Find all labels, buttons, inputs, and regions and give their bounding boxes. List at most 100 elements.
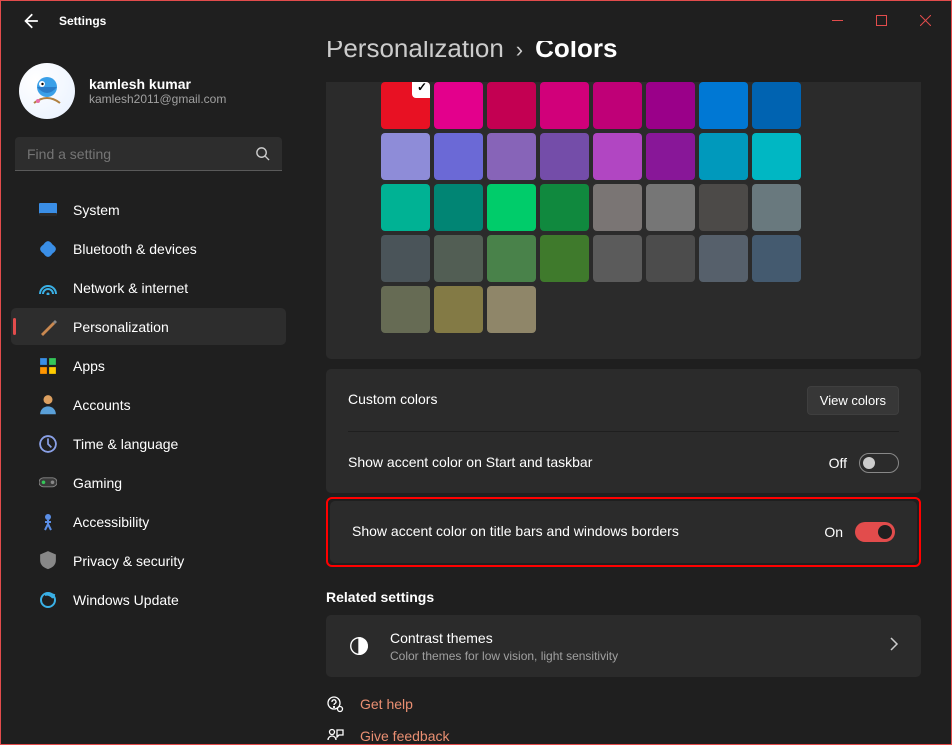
color-swatch[interactable] <box>487 133 536 180</box>
breadcrumb-parent[interactable]: Personalization <box>326 41 504 64</box>
color-swatch[interactable] <box>593 133 642 180</box>
color-swatch[interactable] <box>381 133 430 180</box>
window-controls <box>815 5 947 35</box>
nav-item-gaming[interactable]: Gaming <box>11 464 286 501</box>
nav-label: System <box>73 202 120 218</box>
get-help-link[interactable]: Get help <box>326 695 921 713</box>
title-bar: Settings <box>1 1 951 41</box>
color-swatch[interactable] <box>434 184 483 231</box>
nav-icon <box>39 240 57 258</box>
user-profile[interactable]: kamlesh kumar kamlesh2011@gmail.com <box>1 53 296 137</box>
minimize-button[interactable] <box>815 5 859 35</box>
nav-label: Privacy & security <box>73 553 184 569</box>
color-swatch[interactable] <box>434 82 483 129</box>
color-swatch[interactable] <box>646 133 695 180</box>
color-swatch[interactable] <box>487 286 536 333</box>
nav-icon <box>39 513 57 531</box>
close-button[interactable] <box>903 5 947 35</box>
nav-label: Gaming <box>73 475 122 491</box>
search-box[interactable] <box>15 137 282 171</box>
contrast-title: Contrast themes <box>390 629 618 649</box>
nav-item-network-internet[interactable]: Network & internet <box>11 269 286 306</box>
avatar <box>19 63 75 119</box>
nav-label: Accounts <box>73 397 131 413</box>
color-swatch[interactable] <box>752 235 801 282</box>
color-swatch[interactable] <box>593 235 642 282</box>
color-swatch[interactable] <box>752 133 801 180</box>
color-swatch[interactable] <box>752 82 801 129</box>
nav-item-accounts[interactable]: Accounts <box>11 386 286 423</box>
color-swatch[interactable] <box>699 184 748 231</box>
color-swatch[interactable] <box>381 184 430 231</box>
color-swatch[interactable] <box>540 133 589 180</box>
nav-icon <box>39 474 57 492</box>
accent-titlebar-label: Show accent color on title bars and wind… <box>352 522 679 542</box>
color-swatch[interactable] <box>381 235 430 282</box>
nav-icon <box>39 552 57 570</box>
color-swatch[interactable] <box>381 286 430 333</box>
view-colors-button[interactable]: View colors <box>807 386 899 415</box>
custom-colors-row: Custom colors View colors Show accent co… <box>326 369 921 493</box>
nav-item-personalization[interactable]: Personalization <box>11 308 286 345</box>
toggle-state-label: Off <box>829 455 847 471</box>
main: Personalization › Colors Custom colors V… <box>296 41 951 744</box>
color-swatch[interactable] <box>434 286 483 333</box>
nav-list: System Bluetooth & devices Network & inter… <box>1 191 296 618</box>
color-swatch[interactable] <box>434 133 483 180</box>
color-swatch[interactable] <box>699 235 748 282</box>
color-swatch[interactable] <box>540 184 589 231</box>
nav-label: Accessibility <box>73 514 149 530</box>
search-icon <box>255 146 270 161</box>
user-name: kamlesh kumar <box>89 76 226 92</box>
nav-item-privacy-security[interactable]: Privacy & security <box>11 542 286 579</box>
accent-taskbar-toggle[interactable]: Off <box>829 453 899 473</box>
nav-icon <box>39 279 57 297</box>
color-swatch[interactable] <box>646 184 695 231</box>
window-title: Settings <box>59 14 106 28</box>
back-button[interactable] <box>21 12 39 30</box>
color-swatch[interactable] <box>646 235 695 282</box>
color-swatch[interactable] <box>540 82 589 129</box>
help-icon <box>326 695 344 713</box>
nav-icon <box>39 201 57 219</box>
color-swatch[interactable] <box>434 235 483 282</box>
color-swatch[interactable] <box>752 184 801 231</box>
toggle-state-label: On <box>824 524 843 540</box>
sidebar: kamlesh kumar kamlesh2011@gmail.com Syst… <box>1 41 296 744</box>
color-swatch[interactable] <box>646 82 695 129</box>
nav-item-system[interactable]: System <box>11 191 286 228</box>
custom-colors-label: Custom colors <box>348 390 437 410</box>
color-palette-panel <box>326 82 921 359</box>
contrast-icon <box>348 635 370 657</box>
color-swatch[interactable] <box>593 82 642 129</box>
color-swatch[interactable] <box>540 235 589 282</box>
nav-label: Bluetooth & devices <box>73 241 197 257</box>
nav-item-accessibility[interactable]: Accessibility <box>11 503 286 540</box>
color-swatch[interactable] <box>699 82 748 129</box>
feedback-icon <box>326 727 344 744</box>
give-feedback-link[interactable]: Give feedback <box>326 727 921 744</box>
nav-item-time-language[interactable]: Time & language <box>11 425 286 462</box>
nav-icon <box>39 396 57 414</box>
nav-item-bluetooth-devices[interactable]: Bluetooth & devices <box>11 230 286 267</box>
breadcrumb: Personalization › Colors <box>326 41 921 64</box>
color-swatch[interactable] <box>487 184 536 231</box>
nav-icon <box>39 318 57 336</box>
color-palette <box>381 82 921 333</box>
color-swatch[interactable] <box>487 82 536 129</box>
color-swatch[interactable] <box>593 184 642 231</box>
nav-label: Network & internet <box>73 280 188 296</box>
nav-item-windows-update[interactable]: Windows Update <box>11 581 286 618</box>
user-email: kamlesh2011@gmail.com <box>89 92 226 106</box>
color-swatch[interactable] <box>487 235 536 282</box>
nav-label: Apps <box>73 358 105 374</box>
color-swatch[interactable] <box>381 82 430 129</box>
contrast-themes-row[interactable]: Contrast themes Color themes for low vis… <box>326 615 921 677</box>
search-input[interactable] <box>27 146 255 162</box>
accent-taskbar-label: Show accent color on Start and taskbar <box>348 453 592 473</box>
maximize-button[interactable] <box>859 5 903 35</box>
nav-item-apps[interactable]: Apps <box>11 347 286 384</box>
nav-icon <box>39 357 57 375</box>
accent-titlebar-toggle[interactable]: On <box>824 522 895 542</box>
color-swatch[interactable] <box>699 133 748 180</box>
